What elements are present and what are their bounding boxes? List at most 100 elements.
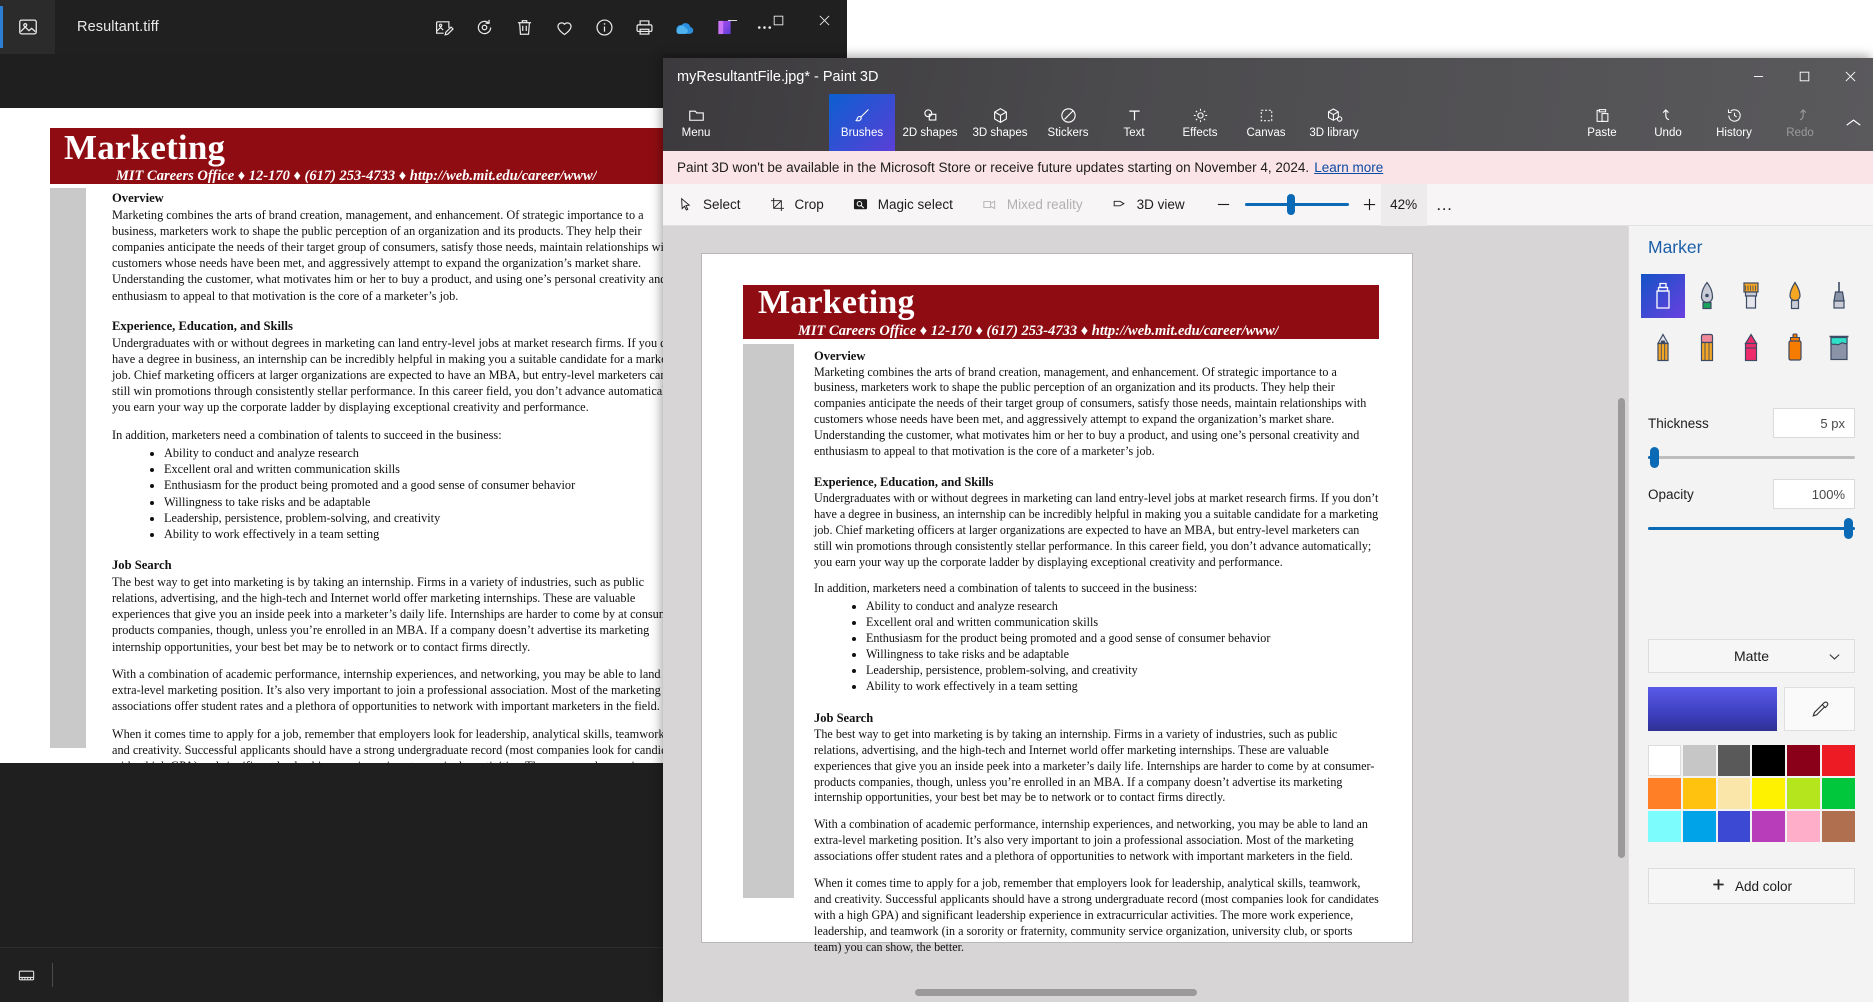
close-button[interactable] [801, 0, 847, 40]
skills-bullet-list: Ability to conduct and analyze research … [164, 445, 668, 542]
thickness-slider[interactable] [1648, 447, 1855, 468]
learn-more-link[interactable]: Learn more [1314, 160, 1383, 175]
ribbon-label: Paste [1587, 126, 1617, 139]
more-options-icon[interactable]: … [1427, 184, 1463, 226]
delete-icon[interactable] [505, 7, 545, 47]
color-swatch[interactable] [1648, 745, 1681, 776]
color-swatch[interactable] [1717, 811, 1751, 842]
onedrive-icon[interactable] [665, 7, 705, 47]
paint3d-deprecation-notice: Paint 3D won't be available in the Micro… [663, 151, 1873, 184]
color-swatch[interactable] [1682, 745, 1716, 776]
minimize-button[interactable] [1735, 58, 1781, 94]
maximize-button[interactable] [755, 0, 801, 40]
pixel-pen-brush-icon[interactable] [1817, 274, 1861, 318]
color-swatch[interactable] [1648, 778, 1681, 809]
color-swatch[interactable] [1822, 745, 1855, 776]
list-item: Excellent oral and written communication… [164, 461, 668, 477]
minimize-button[interactable] [709, 0, 755, 40]
current-color-swatch[interactable] [1648, 687, 1777, 731]
ribbon-history[interactable]: History [1701, 94, 1767, 151]
thickness-value[interactable]: 5 px [1773, 408, 1855, 438]
info-icon[interactable] [585, 7, 625, 47]
ribbon-brushes[interactable]: Brushes [829, 94, 895, 151]
rotate-icon[interactable] [465, 7, 505, 47]
opacity-value[interactable]: 100% [1773, 479, 1855, 509]
3d-view-tool[interactable]: 3D view [1097, 184, 1199, 226]
ribbon-label: Menu [681, 126, 711, 139]
favorite-heart-icon[interactable] [545, 7, 585, 47]
zoom-slider-thumb[interactable] [1286, 194, 1295, 215]
ribbon-label: Text [1123, 126, 1145, 139]
oil-brush-icon[interactable] [1729, 274, 1773, 318]
zoom-slider[interactable] [1244, 194, 1349, 215]
color-swatch[interactable] [1787, 778, 1821, 809]
spray-can-brush-icon[interactable] [1773, 326, 1817, 370]
watercolor-brush-icon[interactable] [1773, 274, 1817, 318]
eraser-brush-icon[interactable] [1685, 326, 1729, 370]
select-tool[interactable]: Select [663, 184, 755, 226]
skills-bullet-list: Ability to conduct and analyze research … [866, 599, 1380, 695]
ribbon-canvas[interactable]: Canvas [1233, 94, 1299, 151]
vertical-scroll-thumb[interactable] [1618, 398, 1625, 858]
ribbon-label: Redo [1786, 126, 1814, 139]
color-swatch[interactable] [1648, 811, 1681, 842]
canvas-vertical-scrollbar[interactable] [1618, 266, 1625, 966]
color-swatch[interactable] [1752, 745, 1786, 776]
add-color-button[interactable]: Add color [1648, 868, 1855, 904]
pencil-brush-icon[interactable] [1641, 326, 1685, 370]
ribbon-paste[interactable]: Paste [1569, 94, 1635, 151]
color-swatch[interactable] [1752, 811, 1786, 842]
edit-image-icon[interactable] [425, 7, 465, 47]
ribbon-effects[interactable]: Effects [1167, 94, 1233, 151]
print-icon[interactable] [625, 7, 665, 47]
ribbon-3d-shapes[interactable]: 3D shapes [965, 94, 1035, 151]
material-dropdown[interactable]: Matte [1648, 639, 1855, 673]
opacity-slider[interactable] [1648, 518, 1855, 539]
list-item: Ability to work effectively in a team se… [866, 679, 1380, 695]
color-swatch[interactable] [1822, 811, 1855, 842]
photos-document-preview: Marketing MIT Careers Office ♦ 12-170 ♦ … [0, 108, 668, 763]
chevron-up-icon[interactable] [1833, 94, 1873, 151]
close-button[interactable] [1827, 58, 1873, 94]
canvas-horizontal-scrollbar[interactable] [663, 989, 1628, 996]
document-banner: Marketing MIT Careers Office ♦ 12-170 ♦ … [743, 285, 1379, 339]
paint3d-canvas-stage[interactable]: Marketing MIT Careers Office ♦ 12-170 ♦ … [663, 226, 1628, 1002]
fill-bucket-brush-icon[interactable] [1817, 326, 1861, 370]
thickness-slider-thumb[interactable] [1650, 447, 1659, 468]
section-paragraph: The best way to get into marketing is by… [112, 574, 668, 654]
color-swatch[interactable] [1682, 811, 1716, 842]
ribbon-undo[interactable]: Undo [1635, 94, 1701, 151]
color-swatch[interactable] [1787, 745, 1821, 776]
ribbon-menu[interactable]: Menu [663, 94, 729, 151]
ribbon-stickers[interactable]: Stickers [1035, 94, 1101, 151]
color-swatch[interactable] [1717, 745, 1751, 776]
document-subtitle: MIT Careers Office ♦ 12-170 ♦ (617) 253-… [798, 323, 1279, 339]
marker-brush-icon[interactable] [1641, 274, 1685, 318]
crop-tool[interactable]: Crop [755, 184, 838, 226]
ribbon-label: 3D shapes [972, 126, 1028, 139]
ribbon-2d-shapes[interactable]: 2D shapes [895, 94, 965, 151]
color-swatch[interactable] [1682, 778, 1716, 809]
opacity-slider-thumb[interactable] [1844, 518, 1853, 539]
opacity-row: Opacity 100% [1648, 479, 1855, 509]
color-swatch[interactable] [1787, 811, 1821, 842]
crayon-brush-icon[interactable] [1729, 326, 1773, 370]
paint3d-image-canvas[interactable]: Marketing MIT Careers Office ♦ 12-170 ♦ … [701, 253, 1413, 954]
filmstrip-icon[interactable] [0, 948, 52, 1002]
ribbon-3d-library[interactable]: 3D library [1299, 94, 1369, 151]
calligraphy-pen-brush-icon[interactable] [1685, 274, 1729, 318]
magic-select-tool[interactable]: Magic select [838, 184, 967, 226]
ribbon-text[interactable]: Text [1101, 94, 1167, 151]
brush-grid [1641, 274, 1863, 378]
plus-icon [1711, 877, 1726, 895]
color-swatch[interactable] [1822, 778, 1855, 809]
color-swatch[interactable] [1752, 778, 1786, 809]
eyedropper-icon[interactable] [1784, 687, 1855, 731]
zoom-in-button[interactable] [1359, 194, 1381, 216]
zoom-out-button[interactable] [1213, 194, 1235, 216]
list-item: Enthusiasm for the product being promote… [866, 631, 1380, 647]
ribbon-label: 2D shapes [902, 126, 958, 139]
color-swatch[interactable] [1717, 778, 1751, 809]
maximize-button[interactable] [1781, 58, 1827, 94]
horizontal-scroll-thumb[interactable] [915, 989, 1197, 996]
